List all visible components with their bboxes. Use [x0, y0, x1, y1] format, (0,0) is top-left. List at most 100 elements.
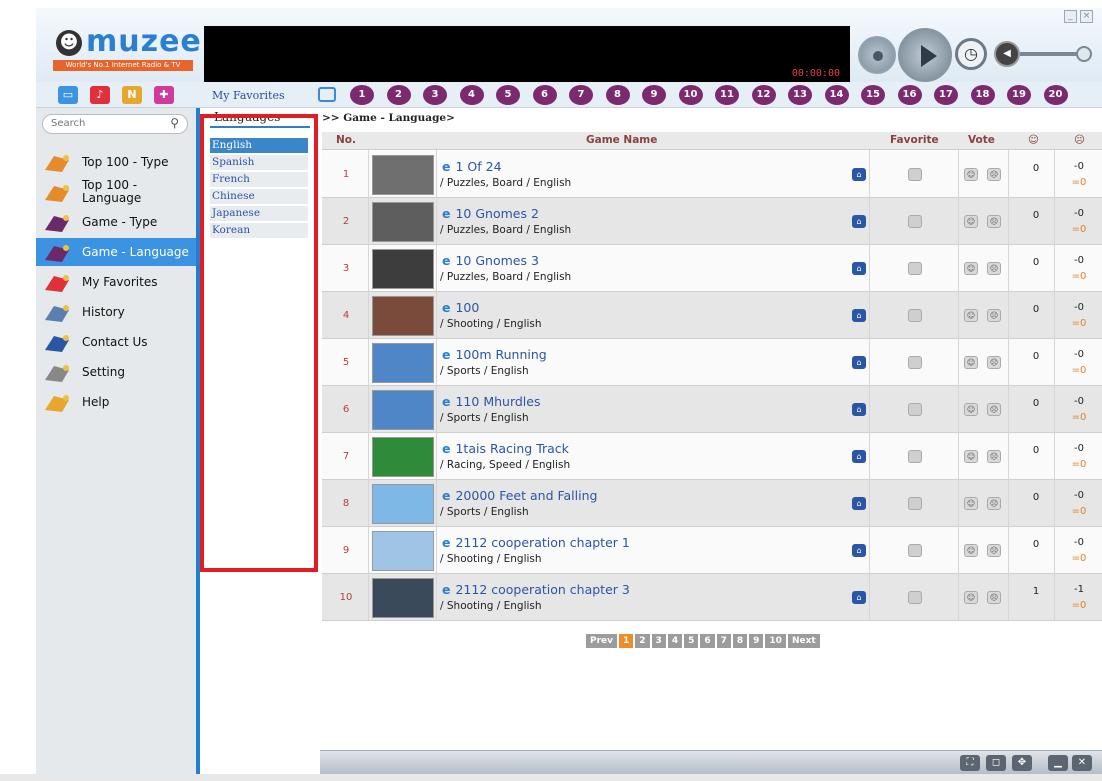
vote-bad-icon[interactable]: ☹ [987, 497, 1001, 510]
sidebar-item[interactable]: Game - Type [36, 208, 196, 236]
favorite-icon[interactable] [908, 403, 922, 416]
game-name-link[interactable]: e 100 [442, 300, 479, 315]
page-button[interactable]: 1 [619, 634, 634, 648]
channel-number-button[interactable]: 14 [824, 85, 849, 105]
sidebar-item[interactable]: Top 100 - Language [36, 178, 196, 206]
home-icon[interactable]: ⌂ [852, 356, 866, 369]
news-mode-icon[interactable]: N [122, 86, 142, 104]
table-row[interactable]: 8 e 20000 Feet and Falling / Sports / Engli… [322, 480, 1102, 527]
favorite-icon[interactable] [908, 215, 922, 228]
vote-bad-icon[interactable]: ☹ [987, 168, 1001, 181]
favorite-icon[interactable] [908, 450, 922, 463]
radio-mode-icon[interactable]: ♪ [90, 86, 110, 104]
volume-icon[interactable]: ◀ [994, 41, 1020, 67]
vote-good-icon[interactable]: ☺ [964, 215, 978, 228]
vote-good-icon[interactable]: ☺ [964, 591, 978, 604]
window-mode-icon[interactable]: ◻ [986, 755, 1006, 771]
table-row[interactable]: 10 e 2112 cooperation chapter 3 / Shooting … [322, 574, 1102, 621]
vote-bad-icon[interactable]: ☹ [987, 591, 1001, 604]
channel-number-button[interactable]: 13 [788, 85, 812, 105]
page-button[interactable]: 2 [635, 634, 650, 648]
home-icon[interactable]: ⌂ [852, 168, 866, 181]
home-icon[interactable]: ⌂ [852, 544, 866, 557]
vote-bad-icon[interactable]: ☹ [987, 450, 1001, 463]
game-thumbnail[interactable] [372, 296, 434, 336]
game-thumbnail[interactable] [372, 531, 434, 571]
game-thumbnail[interactable] [372, 484, 434, 524]
table-row[interactable]: 2 e 10 Gnomes 2 / Puzzles, Board / English ⌂… [322, 198, 1102, 245]
page-button[interactable]: 10 [765, 634, 786, 648]
close-window-icon[interactable]: ✕ [1072, 755, 1092, 771]
vote-bad-icon[interactable]: ☹ [987, 309, 1001, 322]
prev-page-button[interactable]: Prev [586, 634, 618, 648]
sidebar-item[interactable]: History [36, 298, 196, 326]
tv-mode-icon[interactable]: ▭ [58, 86, 78, 104]
channel-number-button[interactable]: 10 [678, 85, 703, 105]
home-icon[interactable]: ⌂ [852, 309, 866, 322]
vote-bad-icon[interactable]: ☹ [987, 544, 1001, 557]
home-icon[interactable]: ⌂ [852, 497, 866, 510]
fullscreen-icon[interactable]: ⛶ [960, 755, 980, 771]
vote-good-icon[interactable]: ☺ [964, 309, 978, 322]
game-thumbnail[interactable] [372, 578, 434, 618]
volume-slider[interactable] [1020, 52, 1080, 56]
page-button[interactable]: 3 [651, 634, 666, 648]
favorite-icon[interactable] [908, 544, 922, 557]
channel-number-button[interactable]: 1 [350, 85, 374, 105]
channel-number-button[interactable]: 9 [642, 85, 666, 105]
page-button[interactable]: 6 [700, 634, 715, 648]
stop-button[interactable] [858, 36, 896, 74]
vote-bad-icon[interactable]: ☹ [987, 356, 1001, 369]
favorite-icon[interactable] [908, 497, 922, 510]
channel-number-button[interactable]: 12 [751, 85, 776, 105]
table-row[interactable]: 6 e 110 Mhurdles / Sports / English ⌂ ☺ ☹ 0 -0 =0 [322, 386, 1102, 433]
table-row[interactable]: 1 e 1 Of 24 / Puzzles, Board / English ⌂ ☺ ☹ 0 -… [322, 151, 1102, 198]
vote-bad-icon[interactable]: ☹ [987, 215, 1001, 228]
vote-good-icon[interactable]: ☺ [964, 450, 978, 463]
table-row[interactable]: 7 e 1tais Racing Track / Racing, Speed / En… [322, 433, 1102, 480]
vote-good-icon[interactable]: ☺ [964, 544, 978, 557]
page-button[interactable]: 9 [749, 634, 764, 648]
vote-good-icon[interactable]: ☺ [964, 356, 978, 369]
table-row[interactable]: 4 e 100 / Shooting / English ⌂ ☺ ☹ 0 -0 =0 [322, 292, 1102, 339]
home-icon[interactable]: ⌂ [852, 450, 866, 463]
game-name-link[interactable]: e 110 Mhurdles [442, 394, 540, 409]
sidebar-item[interactable]: Top 100 - Type [36, 148, 196, 176]
table-row[interactable]: 5 e 100m Running / Sports / English ⌂ ☺ ☹ 0 -0 =0 [322, 339, 1102, 386]
channel-number-button[interactable]: 5 [496, 85, 520, 105]
volume-max-icon[interactable] [1076, 46, 1092, 62]
clock-icon[interactable]: ◷ [955, 38, 987, 70]
minimize-icon[interactable]: _ [1064, 10, 1077, 23]
table-row[interactable]: 3 e 10 Gnomes 3 / Puzzles, Board / English ⌂… [322, 245, 1102, 292]
close-icon[interactable]: × [1080, 10, 1093, 23]
game-thumbnail[interactable] [372, 249, 434, 289]
channel-number-button[interactable]: 2 [386, 85, 411, 105]
sidebar-item[interactable]: Contact Us [36, 328, 196, 356]
game-mode-icon[interactable]: ✚ [154, 86, 174, 104]
vote-bad-icon[interactable]: ☹ [987, 403, 1001, 416]
favorite-icon[interactable] [908, 356, 922, 369]
favorite-icon[interactable] [908, 168, 922, 181]
channel-number-button[interactable]: 8 [605, 85, 630, 105]
channel-number-button[interactable]: 3 [423, 85, 447, 105]
vote-good-icon[interactable]: ☺ [964, 168, 978, 181]
game-thumbnail[interactable] [372, 202, 434, 242]
minimize-window-icon[interactable]: ▁ [1048, 755, 1068, 771]
game-name-link[interactable]: e 20000 Feet and Falling [442, 488, 597, 503]
game-name-link[interactable]: e 10 Gnomes 2 [442, 206, 539, 221]
vote-good-icon[interactable]: ☺ [964, 497, 978, 510]
sidebar-item[interactable]: My Favorites [36, 268, 196, 296]
game-name-link[interactable]: e 1 Of 24 [442, 159, 502, 174]
channel-number-button[interactable]: 19 [1007, 85, 1031, 105]
channel-number-button[interactable]: 20 [1043, 85, 1068, 105]
sidebar-item[interactable]: Setting [36, 358, 196, 386]
search-icon[interactable]: ⚲ [170, 116, 179, 130]
channel-number-button[interactable]: 17 [934, 85, 958, 105]
sidebar-item[interactable]: Game - Language [36, 238, 196, 266]
home-icon[interactable]: ⌂ [852, 215, 866, 228]
tv-channel-icon[interactable] [318, 87, 336, 102]
game-thumbnail[interactable] [372, 390, 434, 430]
home-icon[interactable]: ⌂ [852, 403, 866, 416]
favorite-icon[interactable] [908, 309, 922, 322]
game-thumbnail[interactable] [372, 155, 434, 195]
